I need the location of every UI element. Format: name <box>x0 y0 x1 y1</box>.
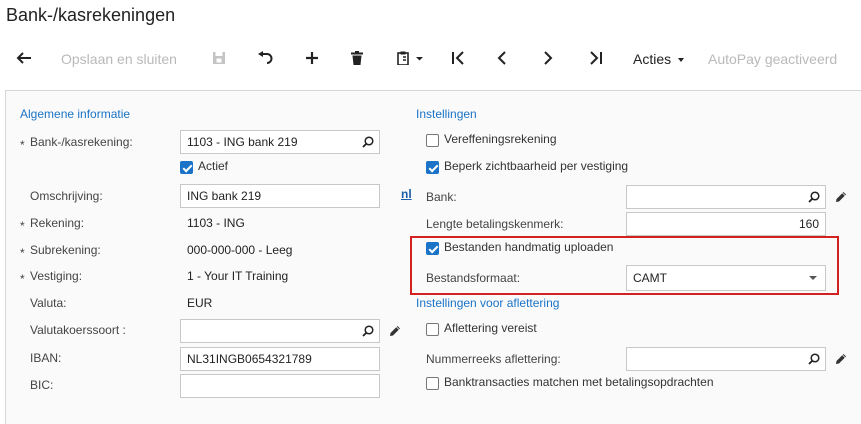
ref-length-label: Lengte betalingskenmerk: <box>426 217 564 231</box>
numbering-label: Nummerreeks aflettering: <box>426 352 561 366</box>
next-record-button[interactable] <box>543 40 553 78</box>
last-record-button[interactable] <box>589 40 603 78</box>
caret-down-icon <box>809 276 817 280</box>
page-title: Bank-/kasrekeningen <box>6 5 176 25</box>
required-mark: * <box>20 219 25 233</box>
ref-length-value: 160 <box>798 217 819 231</box>
required-mark: * <box>20 272 25 286</box>
matching-required-label: Aflettering vereist <box>444 321 537 335</box>
bank-field[interactable] <box>626 185 826 209</box>
search-icon[interactable] <box>808 353 820 365</box>
undo-icon <box>258 51 273 64</box>
ref-length-field[interactable]: 160 <box>626 212 826 236</box>
cash-account-value: 1103 - ING bank 219 <box>187 135 298 149</box>
matching-required-checkbox[interactable] <box>426 323 439 336</box>
settings-section-title: Instellingen <box>416 107 477 121</box>
manual-upload-label: Bestanden handmatig uploaden <box>444 240 614 254</box>
active-checkbox[interactable] <box>180 161 193 174</box>
toolbar: Opslaan en sluiten Acties AutoPay geacti… <box>0 40 861 78</box>
description-value: ING bank 219 <box>187 189 262 203</box>
rate-type-field[interactable] <box>180 319 380 343</box>
required-mark: * <box>20 246 25 260</box>
save-close-button[interactable]: Opslaan en sluiten <box>61 40 177 78</box>
undo-button[interactable] <box>257 40 273 78</box>
iban-label: IBAN: <box>30 351 62 365</box>
active-label: Actief <box>198 159 229 173</box>
arrow-left-icon <box>16 52 31 64</box>
search-icon[interactable] <box>362 325 374 337</box>
restrict-visibility-label: Beperk zichtbaarheid per vestiging <box>444 159 629 173</box>
add-button[interactable] <box>305 40 319 78</box>
subaccount-label: Subrekening: <box>30 243 101 257</box>
clipboard-icon <box>397 51 423 65</box>
search-icon[interactable] <box>362 136 374 148</box>
back-button[interactable] <box>16 40 32 78</box>
autopay-button[interactable]: AutoPay geactiveerd <box>708 40 837 78</box>
paste-button[interactable] <box>397 40 425 78</box>
iban-value: NL31INGB0654321789 <box>187 352 312 366</box>
chevron-right-icon <box>544 51 553 65</box>
match-transactions-checkbox[interactable] <box>426 377 439 390</box>
restrict-visibility-checkbox[interactable] <box>426 161 439 174</box>
general-section-title: Algemene informatie <box>20 107 131 121</box>
required-mark: * <box>20 138 25 152</box>
bank-label: Bank: <box>426 190 457 204</box>
manual-upload-checkbox[interactable] <box>426 242 439 255</box>
actions-menu[interactable]: Acties <box>633 40 685 78</box>
description-field[interactable]: ING bank 219 <box>180 184 380 208</box>
actions-label: Acties <box>633 51 672 67</box>
save-button[interactable] <box>212 40 226 78</box>
iban-field[interactable]: NL31INGB0654321789 <box>180 347 380 371</box>
first-record-icon <box>452 51 464 65</box>
last-record-icon <box>590 51 602 65</box>
pencil-icon[interactable] <box>835 353 847 365</box>
delete-button[interactable] <box>351 40 363 78</box>
trash-icon <box>351 51 363 65</box>
file-format-value: CAMT <box>633 271 667 285</box>
matching-section-title: Instellingen voor aflettering <box>416 296 560 310</box>
match-transactions-label: Banktransacties matchen met betalingsopd… <box>444 375 714 389</box>
floppy-disk-icon <box>213 52 225 64</box>
branch-label: Vestiging: <box>30 269 83 283</box>
cash-account-label: Bank-/kasrekening: <box>30 135 133 149</box>
first-record-button[interactable] <box>451 40 465 78</box>
numbering-field[interactable] <box>626 347 826 371</box>
branch-value: 1 - Your IT Training <box>187 269 289 283</box>
pencil-icon[interactable] <box>835 191 847 203</box>
subaccount-value: 000-000-000 - Leeg <box>187 243 293 257</box>
bic-label: BIC: <box>30 378 54 392</box>
description-label: Omschrijving: <box>30 189 103 203</box>
plus-icon <box>306 52 318 64</box>
account-label: Rekening: <box>30 216 85 230</box>
account-value: 1103 - ING <box>187 216 245 230</box>
search-icon[interactable] <box>808 191 820 203</box>
currency-value: EUR <box>187 296 213 310</box>
rate-type-label: Valutakoerssoort : <box>30 323 126 337</box>
caret-down-icon <box>678 58 685 63</box>
language-link[interactable]: nl <box>401 187 412 201</box>
clearing-account-checkbox[interactable] <box>426 134 439 147</box>
file-format-label: Bestandsformaat: <box>426 271 521 285</box>
cash-account-field[interactable]: 1103 - ING bank 219 <box>180 130 380 154</box>
clearing-account-label: Vereffeningsrekening <box>444 132 557 146</box>
currency-label: Valuta: <box>30 296 67 310</box>
previous-record-button[interactable] <box>497 40 507 78</box>
chevron-left-icon <box>497 51 506 65</box>
bic-field[interactable] <box>180 374 380 398</box>
file-format-dropdown[interactable]: CAMT <box>626 265 826 291</box>
pencil-icon[interactable] <box>389 325 401 337</box>
